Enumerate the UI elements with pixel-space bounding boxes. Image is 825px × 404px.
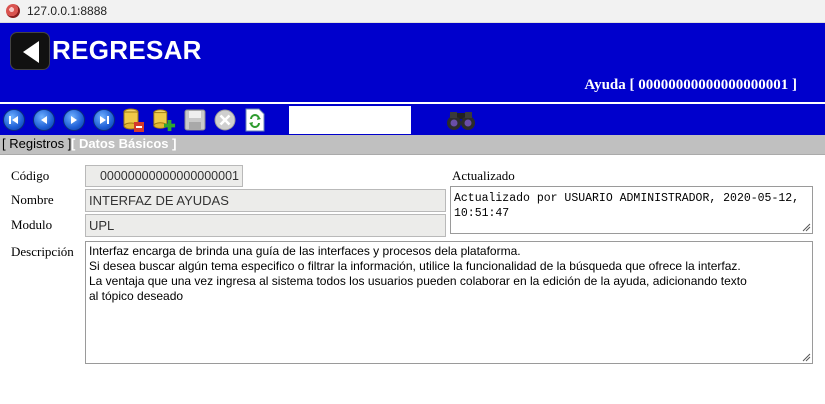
refresh-page-icon xyxy=(245,108,265,132)
delete-record-button[interactable] xyxy=(122,107,146,133)
first-record-button[interactable] xyxy=(2,107,26,133)
nombre-label: Nombre xyxy=(11,192,54,207)
floppy-disk-icon xyxy=(184,109,206,131)
save-record-button[interactable] xyxy=(183,107,207,133)
descripcion-textarea[interactable]: Interfaz encarga de brinda una guía de l… xyxy=(85,241,813,364)
descripcion-line-1: Interfaz encarga de brinda una guía de l… xyxy=(89,244,521,258)
descripcion-label: Descripción xyxy=(11,244,74,259)
skip-first-icon xyxy=(3,109,25,131)
refresh-button[interactable] xyxy=(243,107,267,133)
database-add-icon xyxy=(153,109,176,132)
descripcion-line-3: La ventaja que una vez ingresa al sistem… xyxy=(89,274,747,288)
resize-grip-icon[interactable] xyxy=(802,353,811,362)
actualizado-line-1: Actualizado por USUARIO ADMINISTRADOR, 2… xyxy=(454,192,800,205)
skip-last-icon xyxy=(93,109,115,131)
browser-bar: 127.0.0.1:8888 xyxy=(0,0,825,23)
binoculars-icon xyxy=(447,112,475,130)
next-record-button[interactable] xyxy=(62,107,86,133)
modulo-field[interactable]: UPL xyxy=(85,214,446,237)
modulo-label: Modulo xyxy=(11,217,53,232)
database-delete-icon xyxy=(123,108,144,132)
browser-url[interactable]: 127.0.0.1:8888 xyxy=(27,4,107,18)
site-favicon-icon xyxy=(6,4,20,18)
previous-record-button[interactable] xyxy=(32,107,56,133)
tab-datos-basicos[interactable]: [ Datos Básicos ] xyxy=(71,136,176,151)
last-record-button[interactable] xyxy=(92,107,116,133)
actualizado-label: Actualizado xyxy=(452,168,515,183)
cancel-x-icon xyxy=(214,109,236,131)
codigo-field[interactable]: 00000000000000000001 xyxy=(85,165,243,187)
descripcion-line-2: Si desea buscar algún tema especifico o … xyxy=(89,259,741,273)
cancel-button[interactable] xyxy=(213,107,237,133)
previous-icon xyxy=(33,109,55,131)
record-toolbar xyxy=(0,102,825,135)
app-header: REGRESAR Ayuda [ 00000000000000000001 ] xyxy=(0,23,825,102)
next-icon xyxy=(63,109,85,131)
tab-registros[interactable]: [ Registros ] xyxy=(2,136,71,151)
nombre-field[interactable]: INTERFAZ DE AYUDAS xyxy=(85,189,446,212)
search-binoculars-button[interactable] xyxy=(446,109,476,131)
resize-grip-icon[interactable] xyxy=(802,223,811,232)
back-arrow-icon[interactable] xyxy=(10,32,50,70)
toolbar-blank-area xyxy=(289,106,411,134)
descripcion-line-4: al tópico deseado xyxy=(89,289,184,303)
codigo-label: Código xyxy=(11,168,50,183)
add-record-button[interactable] xyxy=(152,107,176,133)
help-record-title: Ayuda [ 00000000000000000001 ] xyxy=(584,77,797,93)
back-button-label[interactable]: REGRESAR xyxy=(52,35,202,66)
actualizado-textarea[interactable]: Actualizado por USUARIO ADMINISTRADOR, 2… xyxy=(450,186,813,234)
actualizado-line-2: 10:51:47 xyxy=(454,207,510,220)
tab-bar: [ Registros ] [ Datos Básicos ] xyxy=(0,135,825,155)
